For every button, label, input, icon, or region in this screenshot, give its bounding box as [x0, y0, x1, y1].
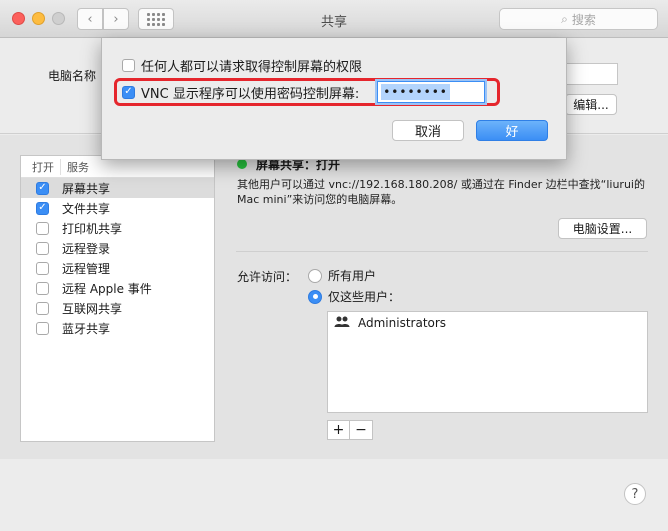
ok-button[interactable]: 好	[476, 120, 548, 141]
vnc-password-field[interactable]: ••••••••	[377, 81, 486, 103]
anyone-request-checkbox[interactable]	[122, 59, 135, 72]
service-label: 远程登录	[62, 241, 111, 256]
search-placeholder: 搜索	[571, 12, 596, 27]
service-label: 打印机共享	[62, 221, 123, 236]
anyone-request-label: 任何人都可以请求取得控制屏幕的权限	[141, 60, 363, 75]
allow-access-label: 允许访问：	[237, 270, 298, 284]
search-icon: ⌕	[561, 11, 568, 26]
all-users-label: 所有用户	[328, 269, 377, 283]
service-label: 文件共享	[62, 201, 111, 216]
search-input[interactable]: ⌕ 搜索	[499, 8, 658, 30]
computer-settings-button[interactable]: 电脑设置...	[558, 218, 647, 239]
service-row-remote-login[interactable]: 远程登录	[21, 238, 214, 258]
service-row-file-sharing[interactable]: ✓ 文件共享	[21, 198, 214, 218]
service-row-internet-sharing[interactable]: 互联网共享	[21, 298, 214, 318]
computer-settings-sheet: 任何人都可以请求取得控制屏幕的权限 ✓ VNC 显示程序可以使用密码控制屏幕: …	[101, 38, 567, 160]
service-checkbox[interactable]	[36, 321, 49, 335]
service-label: 互联网共享	[62, 301, 123, 316]
service-checkbox[interactable]	[36, 221, 49, 235]
user-list-controls: + −	[327, 420, 373, 440]
user-label: Administrators	[358, 316, 447, 330]
vnc-password-option[interactable]: ✓ VNC 显示程序可以使用密码控制屏幕: ••••••••	[122, 81, 486, 103]
header-service: 服务	[67, 160, 89, 174]
edit-button[interactable]: 编辑...	[565, 94, 617, 115]
service-row-remote-management[interactable]: 远程管理	[21, 258, 214, 278]
service-row-screen-sharing[interactable]: ✓ 屏幕共享	[21, 178, 214, 198]
computer-name-label: 电脑名称	[48, 69, 97, 83]
computer-name-field[interactable]	[565, 63, 618, 85]
service-row-remote-apple-events[interactable]: 远程 Apple 事件	[21, 278, 214, 298]
service-label: 远程管理	[62, 261, 111, 276]
remove-user-button[interactable]: −	[350, 420, 373, 440]
service-checkbox[interactable]	[36, 281, 49, 295]
only-these-users-radio[interactable]	[308, 289, 322, 304]
service-checkbox[interactable]	[36, 301, 49, 315]
group-icon	[334, 316, 350, 331]
all-users-option[interactable]: 所有用户	[308, 267, 376, 284]
header-open: 打开	[21, 158, 61, 175]
anyone-request-option[interactable]: 任何人都可以请求取得控制屏幕的权限	[122, 56, 362, 75]
help-button[interactable]: ?	[624, 483, 646, 505]
service-checkbox[interactable]	[36, 261, 49, 275]
service-label: 远程 Apple 事件	[62, 281, 152, 296]
service-label: 屏幕共享	[62, 181, 111, 196]
service-checkbox[interactable]: ✓	[36, 201, 49, 215]
only-these-users-label: 仅这些用户：	[328, 290, 401, 304]
service-row-printer-sharing[interactable]: 打印机共享	[21, 218, 214, 238]
minus-icon: −	[355, 422, 367, 438]
users-list: Administrators	[327, 311, 648, 413]
only-these-users-option[interactable]: 仅这些用户：	[308, 288, 400, 305]
password-value: ••••••••	[381, 84, 450, 100]
divider	[236, 251, 648, 252]
service-checkbox[interactable]: ✓	[36, 181, 49, 195]
status-indicator	[237, 159, 247, 169]
plus-icon: +	[332, 422, 345, 438]
sharing-description: 其他用户可以通过 vnc://192.168.180.208/ 或通过在 Fin…	[237, 178, 645, 206]
service-label: 蓝牙共享	[62, 321, 111, 336]
service-checkbox[interactable]	[36, 241, 49, 255]
vnc-password-label: VNC 显示程序可以使用密码控制屏幕:	[141, 86, 360, 102]
cancel-button[interactable]: 取消	[392, 120, 464, 141]
list-item[interactable]: Administrators	[328, 312, 647, 334]
bottom-panel	[0, 459, 668, 531]
all-users-radio[interactable]	[308, 268, 322, 283]
add-user-button[interactable]: +	[327, 420, 350, 440]
vnc-password-checkbox[interactable]: ✓	[122, 85, 135, 99]
service-list: 打开 服务 ✓ 屏幕共享 ✓ 文件共享 打印机共享 远程登录 远程管理 远程 A…	[20, 155, 215, 442]
question-icon: ?	[631, 486, 639, 502]
title-bar: ‹ › 共享 ⌕ 搜索	[0, 0, 668, 38]
service-row-bluetooth-sharing[interactable]: 蓝牙共享	[21, 318, 214, 338]
